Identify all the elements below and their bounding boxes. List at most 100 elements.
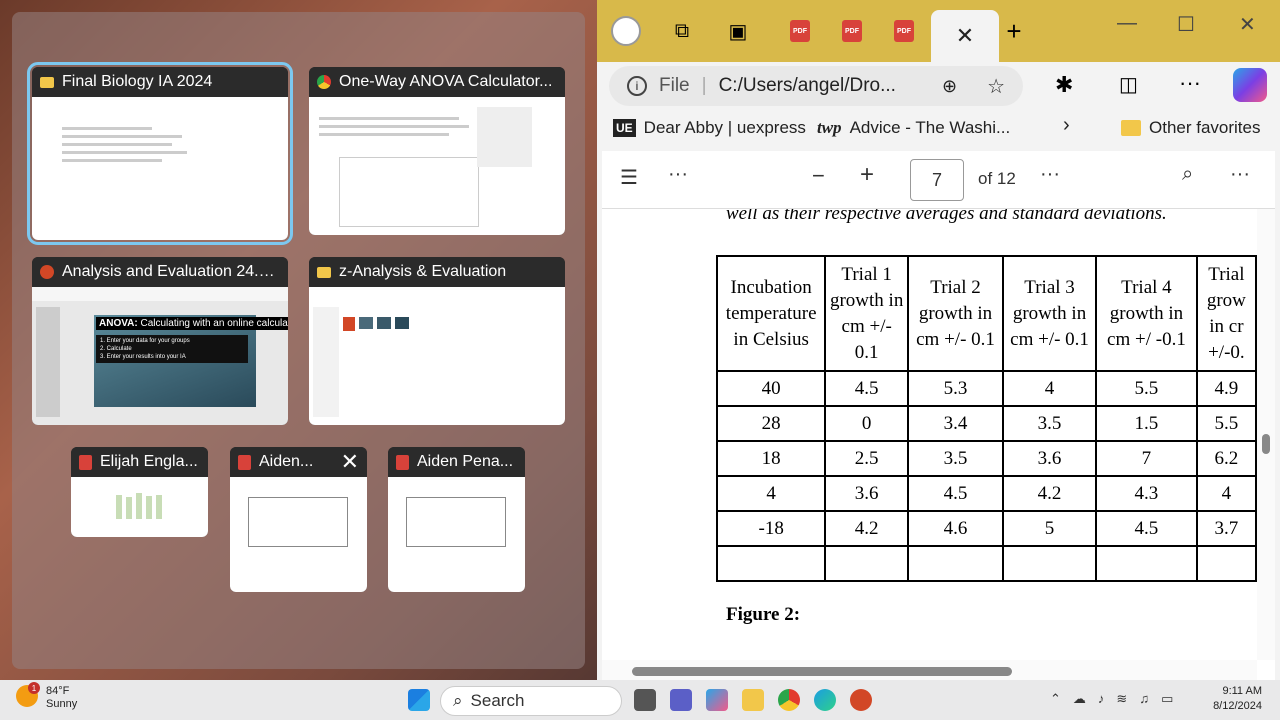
table-cell: 6.2 xyxy=(1195,440,1257,477)
table-cell: 3.7 xyxy=(1195,510,1257,547)
window-thumb-aiden-pdf-1[interactable]: Aiden... ✕ xyxy=(230,447,367,592)
window-thumb-aiden-pena-pdf[interactable]: Aiden Pena... xyxy=(388,447,525,592)
zoom-out-button[interactable]: − xyxy=(812,163,825,189)
more-options-icon[interactable]: ··· xyxy=(668,163,688,186)
data-table: Incubation temperature in Celsius Trial … xyxy=(715,255,1257,582)
copilot-icon[interactable] xyxy=(1233,68,1267,102)
chevron-up-icon[interactable]: ⌃ xyxy=(1050,691,1061,707)
table-cell: 3.5 xyxy=(907,440,1004,477)
table-cell: 40 xyxy=(715,370,827,407)
powerpoint-icon[interactable] xyxy=(850,689,872,711)
split-screen-icon[interactable]: ◫ xyxy=(1119,72,1138,97)
table-cell xyxy=(1001,545,1098,582)
scroll-thumb[interactable] xyxy=(632,667,1012,676)
window-title-bar: z-Analysis & Evaluation xyxy=(309,257,565,287)
bookmark-dear-abby[interactable]: UE Dear Abby | uexpress xyxy=(613,118,806,138)
task-view-icon[interactable] xyxy=(634,689,656,711)
microphone-icon[interactable]: ♪ xyxy=(1098,691,1105,707)
date: 8/12/2024 xyxy=(1213,700,1262,712)
table-of-contents-icon[interactable]: ☰ xyxy=(620,165,638,190)
minimize-button[interactable]: — xyxy=(1117,12,1137,35)
info-icon[interactable]: i xyxy=(627,76,647,96)
favorites-bar: UE Dear Abby | uexpress twp Advice - The W… xyxy=(597,110,1280,150)
scroll-thumb[interactable] xyxy=(1262,434,1270,454)
pdf-icon: PDF xyxy=(790,20,810,42)
vertical-scrollbar[interactable] xyxy=(1257,209,1275,660)
bookmarks-chevron-icon[interactable]: › xyxy=(1063,114,1070,137)
wifi-icon[interactable]: ≋ xyxy=(1116,691,1127,707)
tab-pdf-2[interactable]: PDF xyxy=(837,14,867,48)
pdf-viewer: ☰ ··· − + 7 of 12 ··· ⌕ ··· well as thei… xyxy=(602,151,1275,680)
page-number-input[interactable]: 7 xyxy=(910,159,964,201)
search-icon[interactable]: ⌕ xyxy=(1182,163,1193,186)
address-bar[interactable]: i File | C:/Users/angel/Dro... ⊕ ☆ xyxy=(609,66,1023,106)
header-cell: Trial 4 growth in cm +/ -0.1 xyxy=(1095,255,1198,372)
url-text: C:/Users/angel/Dro... xyxy=(718,75,896,96)
tab-pdf-1[interactable]: PDF xyxy=(785,14,815,48)
table-row: 40 4.5 5.3 4 5.5 4.9 xyxy=(715,370,1257,407)
table-cell: 4 xyxy=(715,475,827,512)
window-title-bar: One-Way ANOVA Calculator... xyxy=(309,67,565,97)
table-cell xyxy=(907,545,1004,582)
table-caption: well as their respective averages and st… xyxy=(726,209,1167,224)
window-thumb-final-biology[interactable]: Final Biology IA 2024 xyxy=(27,62,293,245)
table-cell: 4.6 xyxy=(907,510,1004,547)
clock[interactable]: 9:11 AM 8/12/2024 xyxy=(1213,684,1262,714)
window-title-bar: Elijah Engla... xyxy=(71,447,208,477)
volume-icon[interactable]: ♫ xyxy=(1139,691,1149,707)
new-tab-button[interactable]: + xyxy=(999,14,1029,48)
horizontal-scrollbar[interactable] xyxy=(602,660,1257,680)
weather-widget[interactable]: 1 84°F Sunny xyxy=(16,682,77,711)
taskbar-search[interactable]: ⌕ Search xyxy=(440,686,622,716)
battery-icon[interactable]: ▭ xyxy=(1161,691,1173,707)
folder-icon xyxy=(317,266,331,278)
table-cell: 7 xyxy=(1095,440,1198,477)
pdf-icon xyxy=(396,454,409,470)
zoom-icon[interactable]: ⊕ xyxy=(942,76,957,97)
other-favorites-folder[interactable]: Other favorites xyxy=(1121,118,1261,138)
header-cell: Trial 3 growth in cm +/- 0.1 xyxy=(1001,255,1098,372)
window-thumb-elijah-pdf[interactable]: Elijah Engla... xyxy=(71,447,208,537)
teams-icon[interactable] xyxy=(670,689,692,711)
window-thumb-z-analysis[interactable]: z-Analysis & Evaluation xyxy=(309,257,565,425)
table-cell: 4.9 xyxy=(1195,370,1257,407)
chrome-icon[interactable] xyxy=(778,689,800,711)
table-cell: 3.6 xyxy=(824,475,910,512)
pdf-menu-icon[interactable]: ··· xyxy=(1230,163,1250,186)
favorite-star-icon[interactable]: ☆ xyxy=(987,74,1005,99)
extensions-icon[interactable]: ✱ xyxy=(1055,72,1073,98)
table-cell: -18 xyxy=(715,510,827,547)
table-header-row: Incubation temperature in Celsius Trial … xyxy=(715,255,1257,372)
pdf-page: well as their respective averages and st… xyxy=(602,209,1257,680)
page-count: of 12 xyxy=(978,169,1016,188)
copilot-icon[interactable] xyxy=(706,689,728,711)
profile-avatar[interactable] xyxy=(611,14,641,48)
close-window-button[interactable]: ✕ xyxy=(1239,12,1256,37)
onedrive-icon[interactable]: ☁ xyxy=(1073,691,1086,707)
tab-actions-icon[interactable]: ▣ xyxy=(723,14,753,48)
pdf-more-icon[interactable]: ··· xyxy=(1040,163,1060,186)
windows-start-icon[interactable] xyxy=(408,689,430,711)
edge-icon[interactable] xyxy=(814,689,836,711)
workspaces-icon[interactable]: ⧉ xyxy=(667,14,697,48)
file-explorer-icon[interactable] xyxy=(742,689,764,711)
table-cell: 4.3 xyxy=(1095,475,1198,512)
zoom-in-button[interactable]: + xyxy=(860,161,874,189)
window-preview xyxy=(309,97,565,235)
window-thumb-anova-calculator[interactable]: One-Way ANOVA Calculator... xyxy=(309,67,565,235)
table-cell: 5 xyxy=(1001,510,1098,547)
more-menu-icon[interactable]: ··· xyxy=(1179,70,1201,96)
table-cell xyxy=(1195,545,1257,582)
table-cell: 4 xyxy=(1195,475,1257,512)
close-icon[interactable]: ✕ xyxy=(341,449,359,475)
search-icon: ⌕ xyxy=(453,691,463,710)
active-tab-close[interactable]: ✕ xyxy=(931,10,999,62)
maximize-button[interactable]: ☐ xyxy=(1177,12,1195,37)
table-cell: 4.5 xyxy=(907,475,1004,512)
window-preview xyxy=(388,477,525,592)
close-icon[interactable]: ✕ xyxy=(956,23,974,49)
bookmark-washington-post[interactable]: twp Advice - The Washi... xyxy=(817,118,1010,138)
table-cell: 18 xyxy=(715,440,827,477)
tab-pdf-3[interactable]: PDF xyxy=(889,14,919,48)
window-thumb-analysis-evaluation-pptx[interactable]: Analysis and Evaluation 24.p... ANOVA: C… xyxy=(32,257,288,425)
